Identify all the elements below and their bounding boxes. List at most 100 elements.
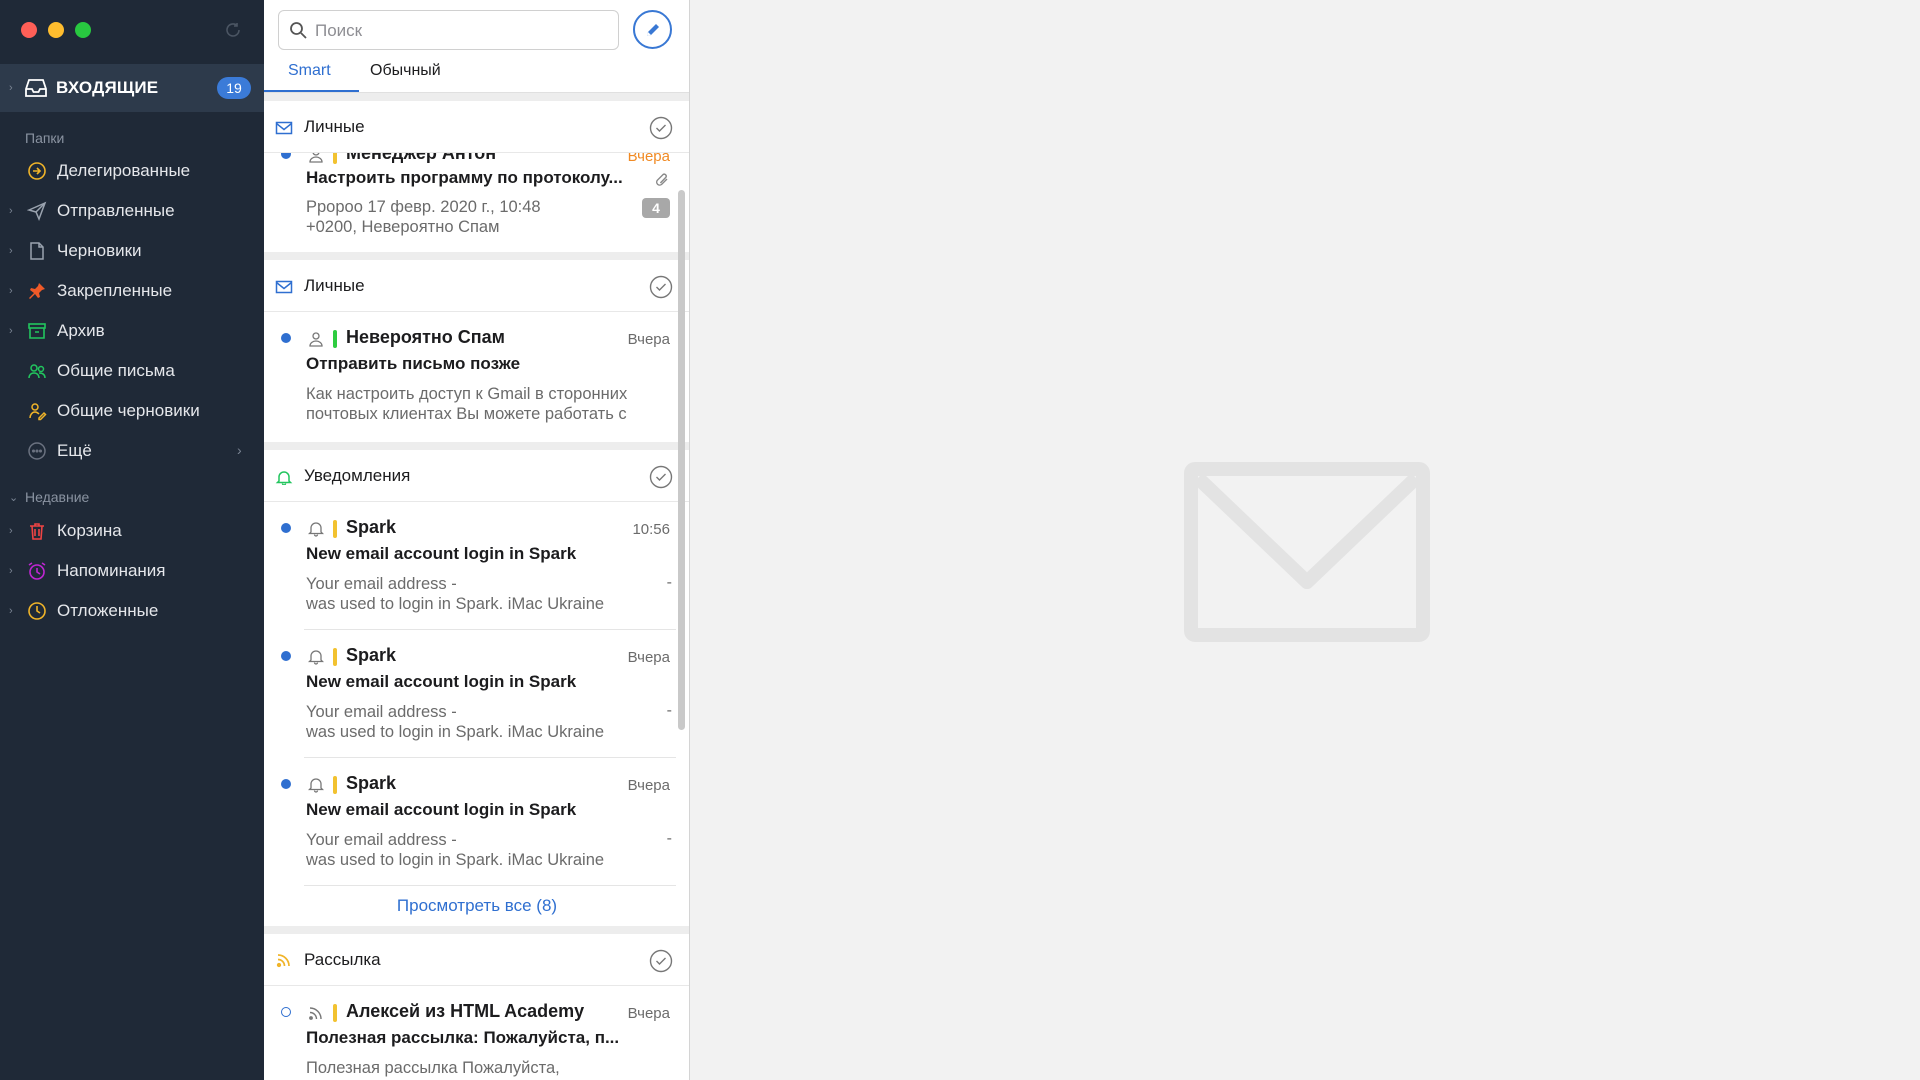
chevron-down-icon[interactable]: ⌄	[9, 493, 19, 504]
message-preview: Your email address - was used to login i…	[306, 575, 605, 613]
sender-name: Менеджер Антон	[346, 153, 497, 163]
chevron-right-icon: ›	[237, 442, 242, 458]
sidebar-item-inbox[interactable]: › ВХОДЯЩИЕ 19	[0, 64, 264, 112]
chevron-right-icon[interactable]: ›	[9, 526, 19, 537]
chevron-right-icon[interactable]: ›	[9, 83, 19, 94]
list-item[interactable]: Менеджер Антон Вчера Настроить программу…	[264, 153, 689, 252]
empty-envelope-icon	[1184, 462, 1430, 642]
sidebar-item-drafts[interactable]: › Черновики	[0, 231, 264, 271]
search-input[interactable]	[315, 19, 605, 43]
chevron-right-icon[interactable]: ›	[9, 206, 19, 217]
shared-icon	[28, 364, 46, 379]
scrollbar-thumb[interactable]	[678, 190, 685, 730]
sender-name: Spark	[346, 645, 397, 665]
message-subject: New email account login in Spark	[306, 544, 577, 563]
message-subject: Полезная рассылка: Пожалуйста, п...	[306, 1028, 620, 1047]
chevron-right-icon[interactable]: ›	[9, 606, 19, 617]
sync-icon[interactable]	[224, 21, 242, 39]
sidebar-item-archive[interactable]: › Архив	[0, 311, 264, 351]
archive-icon	[28, 323, 46, 339]
envelope-icon	[275, 121, 293, 135]
mark-done-icon[interactable]	[649, 465, 673, 489]
view-all-row: Просмотреть все (8)	[264, 886, 689, 926]
sender-color-bar	[333, 330, 337, 348]
sender-name: Spark	[346, 773, 397, 793]
alarm-icon	[28, 562, 46, 580]
chevron-right-icon[interactable]: ›	[9, 326, 19, 337]
sidebar-item-delegated[interactable]: Делегированные	[0, 151, 264, 191]
bell-icon	[275, 471, 293, 485]
unread-dot	[281, 153, 291, 159]
bell-icon	[308, 650, 324, 665]
mark-done-icon[interactable]	[649, 949, 673, 973]
view-all-link[interactable]: Просмотреть все (8)	[264, 896, 689, 916]
list-item[interactable]: Spark Вчера New email account login in S…	[264, 758, 689, 886]
group-header-personal[interactable]: Личные	[264, 101, 689, 153]
message-preview: Your email address - was used to login i…	[306, 831, 605, 869]
compose-button[interactable]	[633, 10, 672, 49]
group-title: Уведомления	[304, 466, 411, 485]
draft-icon	[30, 242, 44, 260]
close-window-button[interactable]	[21, 22, 37, 38]
more-icon	[28, 442, 46, 460]
sidebar-item-shared-emails[interactable]: Общие письма	[0, 351, 264, 391]
paperclip-icon	[656, 173, 668, 186]
list-item[interactable]: Spark Вчера New email account login in S…	[264, 630, 689, 758]
sidebar-item-snoozed[interactable]: › Отложенные	[0, 591, 264, 631]
minimize-window-button[interactable]	[48, 22, 64, 38]
mark-done-icon[interactable]	[649, 116, 673, 140]
clock-icon	[28, 602, 46, 620]
envelope-icon	[275, 280, 293, 294]
message-list-pane: Smart Обычный Личные Менеджер Антон Вчер…	[264, 0, 690, 1080]
sidebar-item-reminders[interactable]: › Напоминания	[0, 551, 264, 591]
list-item[interactable]: Алексей из HTML Academy Вчера Полезная р…	[264, 986, 689, 1080]
unread-dot	[281, 523, 291, 533]
search-box[interactable]	[278, 10, 619, 50]
group-title: Рассылка	[304, 950, 381, 969]
group-gap	[264, 93, 689, 101]
sender-color-bar	[333, 153, 337, 164]
sidebar: › ВХОДЯЩИЕ 19 Папки Делегированные › Отп…	[0, 0, 264, 1080]
sender-color-bar	[333, 1004, 337, 1022]
bell-icon	[308, 522, 324, 537]
thread-count-badge: 4	[642, 198, 670, 218]
zoom-window-button[interactable]	[75, 22, 91, 38]
list-item[interactable]: Spark 10:56 New email account login in S…	[264, 502, 689, 630]
sidebar-item-label: Ещё	[57, 441, 92, 460]
search-icon	[290, 22, 307, 39]
group-title: Личные	[304, 117, 365, 136]
sidebar-item-shared-drafts[interactable]: Общие черновики	[0, 391, 264, 431]
chevron-right-icon[interactable]: ›	[9, 566, 19, 577]
sidebar-item-sent[interactable]: › Отправленные	[0, 191, 264, 231]
message-preview: Как настроить доступ к Gmail в сторонних…	[306, 385, 628, 423]
reading-pane	[690, 0, 1920, 1080]
mark-done-icon[interactable]	[649, 275, 673, 299]
sidebar-item-trash[interactable]: › Корзина	[0, 511, 264, 551]
chevron-right-icon[interactable]: ›	[9, 286, 19, 297]
folders-section-label: Папки	[25, 130, 65, 146]
list-item[interactable]: Невероятно Спам Вчера Отправить письмо п…	[264, 312, 689, 440]
shared-drafts-icon	[29, 403, 47, 421]
group-header-personal[interactable]: Личные	[264, 260, 689, 312]
unread-dot	[281, 779, 291, 789]
group-gap	[264, 442, 689, 450]
chevron-right-icon[interactable]: ›	[9, 246, 19, 257]
tab-normal[interactable]: Обычный	[370, 62, 441, 80]
sidebar-item-label: Общие письма	[57, 361, 175, 380]
unread-count-badge: 19	[217, 77, 251, 99]
message-preview: Полезная рассылка Пожалуйста,	[306, 1059, 560, 1077]
message-time: 10:56	[632, 521, 670, 538]
message-time: Вчера	[627, 649, 670, 666]
tab-smart[interactable]: Smart	[288, 62, 331, 80]
sidebar-item-label: Общие черновики	[57, 401, 200, 420]
message-preview: Рророо 17 февр. 2020 г., 10:48 +0200, Не…	[306, 198, 541, 236]
message-subject: New email account login in Spark	[306, 800, 577, 819]
group-header-notifications[interactable]: Уведомления	[264, 450, 689, 502]
sender-name: Невероятно Спам	[346, 327, 505, 347]
sidebar-item-label: Напоминания	[57, 561, 166, 580]
preview-dash: -	[666, 702, 672, 719]
sidebar-item-pinned[interactable]: › Закрепленные	[0, 271, 264, 311]
group-header-newsletters[interactable]: Рассылка	[264, 934, 689, 986]
sidebar-item-more[interactable]: Ещё ›	[0, 431, 264, 471]
read-dot	[281, 1007, 291, 1017]
